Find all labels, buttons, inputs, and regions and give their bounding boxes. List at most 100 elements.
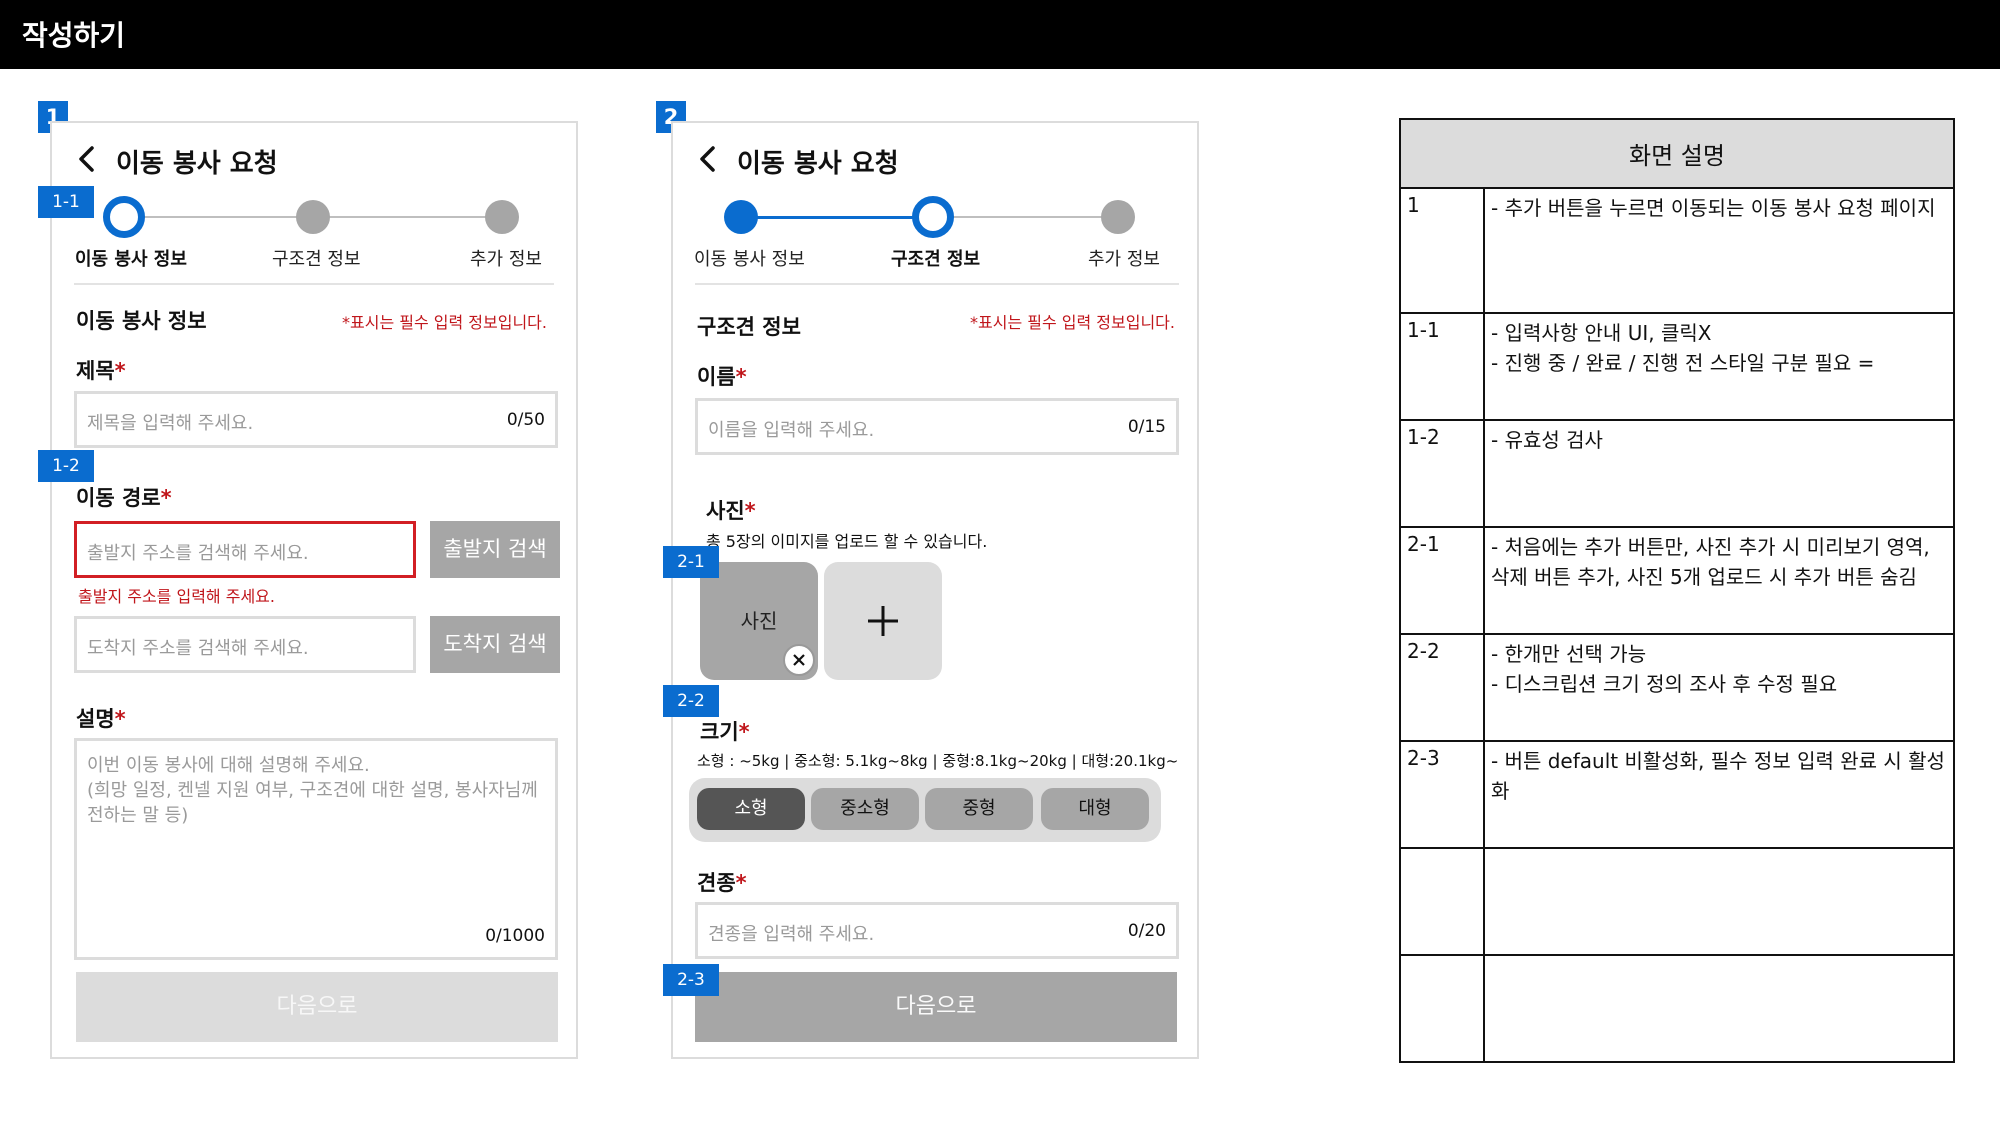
step-1-dot xyxy=(103,196,145,238)
close-icon xyxy=(793,654,805,666)
size-option-large[interactable]: 대형 xyxy=(1041,788,1149,830)
size-option-medium-small[interactable]: 중소형 xyxy=(811,788,919,830)
annotation-tag-2-2: 2-2 xyxy=(663,685,719,717)
row-line: - 처음에는 추가 버튼만, 사진 추가 시 미리보기 영역, 삭제 버튼 추가… xyxy=(1491,535,1930,589)
table-row: 1 - 추가 버튼을 누르면 이동되는 이동 봉사 요청 페이지 xyxy=(1399,187,1955,314)
photo-label: 사진* xyxy=(706,499,756,523)
annotation-tag-1-2: 1-2 xyxy=(38,450,94,482)
photo-preview-tile[interactable]: 사진 xyxy=(700,562,818,680)
row-description: - 처음에는 추가 버튼만, 사진 추가 시 미리보기 영역, 삭제 버튼 추가… xyxy=(1483,526,1955,635)
photo-add-button[interactable] xyxy=(824,562,942,680)
row-line: - 추가 버튼을 누르면 이동되는 이동 봉사 요청 페이지 xyxy=(1491,196,1936,220)
title-placeholder: 제목을 입력해 주세요. xyxy=(87,413,254,434)
departure-placeholder: 출발지 주소를 검색해 주세요. xyxy=(87,543,309,564)
row-id: 2-2 xyxy=(1399,633,1485,742)
departure-error-message: 출발지 주소를 입력해 주세요. xyxy=(78,587,275,606)
arrival-input[interactable]: 도착지 주소를 검색해 주세요. xyxy=(74,616,416,673)
description-textarea[interactable]: 이번 이동 봉사에 대해 설명해 주세요. (희망 일정, 켄넬 지원 여부, … xyxy=(74,738,558,960)
back-arrow-icon[interactable] xyxy=(695,145,723,173)
step-2-dot xyxy=(296,200,330,234)
row-id: 2-3 xyxy=(1399,740,1485,849)
divider xyxy=(74,283,554,285)
row-id xyxy=(1399,954,1485,1063)
row-description xyxy=(1483,847,1955,956)
back-arrow-icon[interactable] xyxy=(74,145,102,173)
title-label: 제목* xyxy=(76,359,126,383)
size-option-small[interactable]: 소형 xyxy=(697,788,805,830)
header-title: 이동 봉사 요청 xyxy=(116,149,278,179)
table-row: 2-1 - 처음에는 추가 버튼만, 사진 추가 시 미리보기 영역, 삭제 버… xyxy=(1399,526,1955,635)
annotation-tag-2-3: 2-3 xyxy=(663,964,719,996)
step-3-dot xyxy=(1101,200,1135,234)
row-description xyxy=(1483,954,1955,1063)
section-title: 구조견 정보 xyxy=(697,315,801,339)
plus-icon xyxy=(868,606,898,636)
step-3-label: 추가 정보 xyxy=(470,249,542,270)
row-id: 2-1 xyxy=(1399,526,1485,635)
title-input[interactable]: 제목을 입력해 주세요. 0/50 xyxy=(74,391,558,448)
stepper-line-done xyxy=(743,216,933,219)
table-row: 1-2 - 유효성 검사 xyxy=(1399,419,1955,528)
row-description: - 한개만 선택 가능 - 디스크립션 크기 정의 조사 후 수정 필요 xyxy=(1483,633,1955,742)
table-row: 2-3 - 버튼 default 비활성화, 필수 정보 입력 완료 시 활성화 xyxy=(1399,740,1955,849)
breed-input[interactable]: 견종을 입력해 주세요. 0/20 xyxy=(695,902,1179,959)
description-placeholder-line-3: 전하는 말 등) xyxy=(87,805,189,826)
row-id xyxy=(1399,847,1485,956)
row-line: - 입력사항 안내 UI, 클릭X xyxy=(1491,321,1712,345)
section-title: 이동 봉사 정보 xyxy=(76,309,207,333)
route-label: 이동 경로* xyxy=(76,486,172,510)
step-2-label: 구조견 정보 xyxy=(891,249,981,270)
row-description: - 추가 버튼을 누르면 이동되는 이동 봉사 요청 페이지 xyxy=(1483,187,1955,314)
divider xyxy=(695,283,1179,285)
departure-search-button[interactable]: 출발지 검색 xyxy=(430,521,560,578)
breed-placeholder: 견종을 입력해 주세요. xyxy=(708,924,875,945)
header-title: 이동 봉사 요청 xyxy=(737,149,899,179)
table-row: 1-1 - 입력사항 안내 UI, 클릭X - 진행 중 / 완료 / 진행 전… xyxy=(1399,312,1955,421)
size-option-medium[interactable]: 중형 xyxy=(925,788,1033,830)
name-placeholder: 이름을 입력해 주세요. xyxy=(708,420,875,441)
top-bar: 작성하기 xyxy=(0,0,2000,69)
row-description: - 버튼 default 비활성화, 필수 정보 입력 완료 시 활성화 xyxy=(1483,740,1955,849)
step-1-label: 이동 봉사 정보 xyxy=(75,249,187,270)
next-button[interactable]: 다음으로 xyxy=(76,972,558,1042)
name-label: 이름* xyxy=(697,365,747,389)
photo-helper-text: 총 5장의 이미지를 업로드 할 수 있습니다. xyxy=(706,532,988,551)
row-line: - 진행 중 / 완료 / 진행 전 스타일 구분 필요 = xyxy=(1491,351,1875,375)
row-id: 1-2 xyxy=(1399,419,1485,528)
size-selector: 소형 중소형 중형 대형 xyxy=(689,778,1161,842)
name-input[interactable]: 이름을 입력해 주세요. 0/15 xyxy=(695,398,1179,455)
row-description: - 입력사항 안내 UI, 클릭X - 진행 중 / 완료 / 진행 전 스타일… xyxy=(1483,312,1955,421)
row-id: 1 xyxy=(1399,187,1485,314)
step-2-label: 구조견 정보 xyxy=(272,249,361,270)
page-title: 작성하기 xyxy=(22,19,126,52)
departure-input[interactable]: 출발지 주소를 검색해 주세요. xyxy=(74,521,416,578)
photo-remove-button[interactable] xyxy=(783,644,815,676)
step-3-dot xyxy=(485,200,519,234)
stepper-line xyxy=(933,216,1123,218)
name-counter: 0/15 xyxy=(1127,417,1166,437)
table-row: 2-2 - 한개만 선택 가능 - 디스크립션 크기 정의 조사 후 수정 필요 xyxy=(1399,633,1955,742)
arrival-placeholder: 도착지 주소를 검색해 주세요. xyxy=(87,638,309,659)
size-label: 크기* xyxy=(700,720,750,744)
annotation-tag-1-1: 1-1 xyxy=(38,186,94,218)
row-line: - 디스크립션 크기 정의 조사 후 수정 필요 xyxy=(1491,672,1838,696)
row-description: - 유효성 검사 xyxy=(1483,419,1955,528)
screen-description-table: 화면 설명 1 - 추가 버튼을 누르면 이동되는 이동 봉사 요청 페이지 1… xyxy=(1399,118,1955,1063)
next-button[interactable]: 다음으로 xyxy=(695,972,1177,1042)
step-1-label: 이동 봉사 정보 xyxy=(694,249,805,270)
step-2-dot xyxy=(912,196,954,238)
table-row xyxy=(1399,954,1955,1063)
row-id: 1-1 xyxy=(1399,312,1485,421)
screen-1: 이동 봉사 요청 이동 봉사 정보 구조견 정보 추가 정보 이동 봉사 정보 … xyxy=(50,121,578,1059)
description-placeholder-line-2: (희망 일정, 켄넬 지원 여부, 구조견에 대한 설명, 봉사자님께 xyxy=(87,780,538,801)
step-3-label: 추가 정보 xyxy=(1088,249,1160,270)
required-note: *표시는 필수 입력 정보입니다. xyxy=(342,313,547,332)
screen-2: 이동 봉사 요청 이동 봉사 정보 구조견 정보 추가 정보 구조견 정보 *표… xyxy=(671,121,1199,1059)
row-line: - 유효성 검사 xyxy=(1491,428,1603,452)
photo-tile-label: 사진 xyxy=(740,609,778,633)
breed-label: 견종* xyxy=(697,871,747,895)
arrival-search-button[interactable]: 도착지 검색 xyxy=(430,616,560,673)
annotation-tag-2-1: 2-1 xyxy=(663,546,719,578)
table-row xyxy=(1399,847,1955,956)
table-header: 화면 설명 xyxy=(1399,118,1955,189)
